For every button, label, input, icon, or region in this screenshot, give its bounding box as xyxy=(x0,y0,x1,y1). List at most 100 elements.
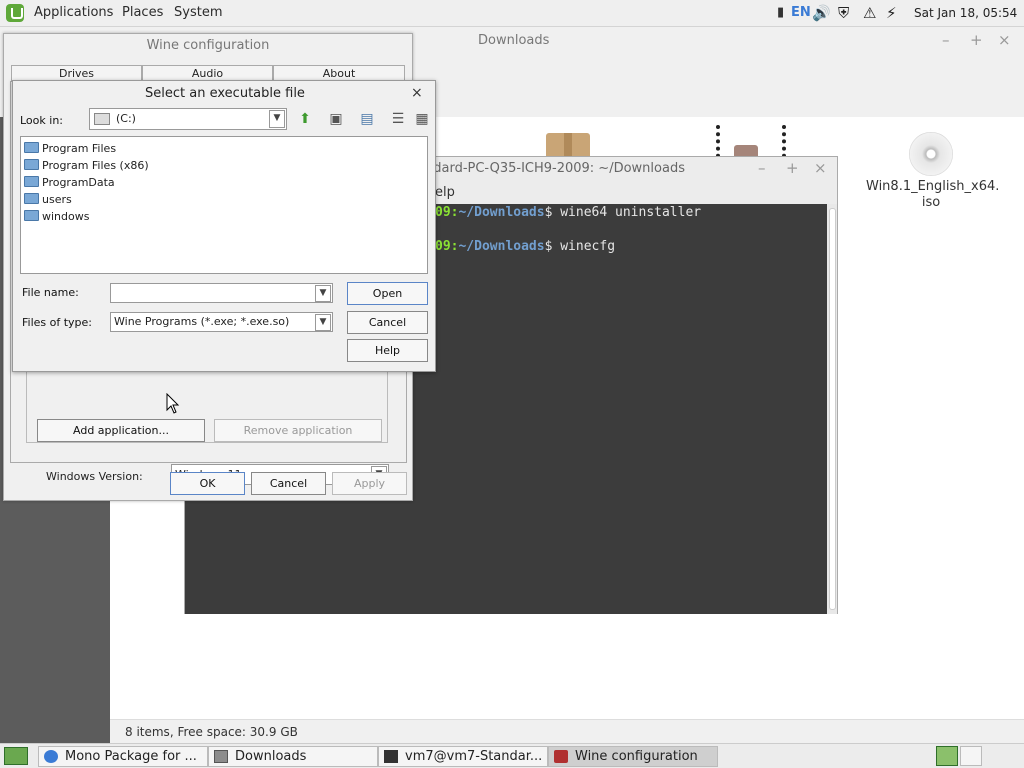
keyboard-layout-indicator[interactable]: EN xyxy=(791,5,811,20)
tab-about[interactable]: About xyxy=(273,65,405,81)
list-item[interactable]: windows xyxy=(24,208,89,225)
open-button[interactable]: Open xyxy=(347,282,428,305)
list-item[interactable]: Program Files xyxy=(24,140,116,157)
chevron-down-icon[interactable]: ▼ xyxy=(315,314,331,331)
command-text: $ winecfg xyxy=(544,239,616,254)
new-folder-icon[interactable]: ▤ xyxy=(356,108,378,130)
list-item[interactable]: Program Files (x86) xyxy=(24,157,149,174)
volume-icon[interactable]: 🔊 xyxy=(812,4,831,22)
maximize-icon[interactable]: + xyxy=(786,159,799,177)
details-view-icon[interactable]: ▦ xyxy=(411,108,433,130)
terminal-line: 09:~/Downloads$ winecfg xyxy=(435,239,616,254)
status-text: 8 items, Free space: 30.9 GB xyxy=(125,725,298,739)
cancel-button[interactable]: Cancel xyxy=(347,311,428,334)
terminal-scrollbar[interactable] xyxy=(827,204,837,614)
drive-icon xyxy=(94,113,110,125)
browser-icon xyxy=(44,750,58,763)
disc-image-icon[interactable] xyxy=(909,132,953,176)
menu-places[interactable]: Places xyxy=(122,5,163,20)
desktop-icon[interactable]: ▣ xyxy=(325,108,347,130)
prompt-path: ~/Downloads xyxy=(458,205,545,220)
apply-button[interactable]: Apply xyxy=(332,472,407,495)
close-icon[interactable]: × xyxy=(814,159,827,177)
menu-applications[interactable]: Applications xyxy=(34,5,113,20)
close-icon[interactable]: × xyxy=(998,31,1011,49)
file-name-value xyxy=(111,286,114,299)
tab-drives[interactable]: Drives xyxy=(11,65,142,81)
item-label: Program Files (x86) xyxy=(42,159,149,172)
folder-icon xyxy=(214,750,228,763)
list-view-icon[interactable]: ☰ xyxy=(387,108,409,130)
taskbar-item-wine-configuration[interactable]: Wine configuration xyxy=(548,746,718,767)
chevron-down-icon[interactable]: ▼ xyxy=(269,110,285,128)
folder-icon xyxy=(24,142,39,153)
task-label: Mono Package for ... xyxy=(65,749,197,764)
look-in-value: (C:) xyxy=(116,112,136,125)
mint-menu-icon[interactable] xyxy=(6,4,24,22)
folder-icon xyxy=(24,176,39,187)
help-button[interactable]: Help xyxy=(347,339,428,362)
task-label: vm7@vm7-Standar... xyxy=(405,749,543,764)
folder-icon xyxy=(24,210,39,221)
look-in-label: Look in: xyxy=(20,114,63,127)
task-label: Wine configuration xyxy=(575,749,698,764)
select-executable-dialog: Select an executable file × Look in: (C:… xyxy=(12,80,436,372)
file-list[interactable]: Program Files Program Files (x86) Progra… xyxy=(20,136,428,274)
shield-icon[interactable]: ⛨ xyxy=(838,4,849,22)
winecfg-title: Wine configuration xyxy=(146,38,270,53)
workspace-2-icon[interactable] xyxy=(960,746,982,766)
files-of-type-select[interactable]: Wine Programs (*.exe; *.exe.so) ▼ xyxy=(110,312,333,332)
folder-icon xyxy=(24,159,39,170)
workspace-1-icon[interactable] xyxy=(936,746,958,766)
list-item[interactable]: users xyxy=(24,191,72,208)
cancel-button[interactable]: Cancel xyxy=(251,472,326,495)
prompt-host: 09 xyxy=(435,205,451,220)
chevron-down-icon[interactable]: ▼ xyxy=(315,285,331,302)
taskbar-item-terminal[interactable]: vm7@vm7-Standar... xyxy=(378,746,548,767)
clock[interactable]: Sat Jan 18, 05:54 xyxy=(914,6,1017,20)
files-of-type-value: Wine Programs (*.exe; *.exe.so) xyxy=(114,315,290,328)
top-panel: Applications Places System ▮ EN 🔊 ⛨ ⚠ ⚡ … xyxy=(0,0,1024,27)
files-statusbar: 8 items, Free space: 30.9 GB xyxy=(110,719,1024,743)
up-folder-icon[interactable]: ⬆ xyxy=(294,108,316,130)
ok-button[interactable]: OK xyxy=(170,472,245,495)
show-desktop-icon[interactable] xyxy=(4,747,28,765)
tab-audio[interactable]: Audio xyxy=(142,65,273,81)
item-label: windows xyxy=(42,210,90,223)
file-name-label: File name: xyxy=(22,286,79,299)
remove-application-button[interactable]: Remove application xyxy=(214,419,382,442)
wine-icon xyxy=(554,750,568,763)
taskbar-item-downloads[interactable]: Downloads xyxy=(208,746,378,767)
dialog-title: Select an executable file xyxy=(145,86,305,101)
terminal-menu-help[interactable]: elp xyxy=(435,185,455,200)
terminal-icon xyxy=(384,750,398,763)
item-label: Program Files xyxy=(42,142,117,155)
add-application-button[interactable]: Add application... xyxy=(37,419,205,442)
prompt-path: ~/Downloads xyxy=(458,239,545,254)
item-label: users xyxy=(42,193,72,206)
windows-version-label: Windows Version: xyxy=(46,470,143,483)
files-of-type-label: Files of type: xyxy=(22,316,93,329)
files-window-title: Downloads xyxy=(478,33,550,48)
list-item[interactable]: ProgramData xyxy=(24,174,115,191)
command-text: $ wine64 uninstaller xyxy=(544,205,702,220)
close-icon[interactable]: × xyxy=(411,85,423,101)
mouse-cursor-icon xyxy=(166,393,180,414)
network-icon[interactable]: ⚡ xyxy=(886,4,897,22)
task-label: Downloads xyxy=(235,749,307,764)
file-name-input[interactable]: ▼ xyxy=(110,283,333,303)
display-icon[interactable]: ▮ xyxy=(777,5,784,20)
update-icon[interactable]: ⚠ xyxy=(863,4,876,22)
maximize-icon[interactable]: + xyxy=(970,31,983,49)
taskbar: Mono Package for ... Downloads vm7@vm7-S… xyxy=(0,743,1024,768)
menu-system[interactable]: System xyxy=(174,5,222,20)
minimize-icon[interactable]: – xyxy=(758,159,766,177)
prompt-host: 09 xyxy=(435,239,451,254)
iso-file-label[interactable]: Win8.1_English_x64. iso xyxy=(866,179,999,211)
taskbar-item-mono[interactable]: Mono Package for ... xyxy=(38,746,208,767)
minimize-icon[interactable]: – xyxy=(942,31,950,49)
terminal-line: 09:~/Downloads$ wine64 uninstaller xyxy=(435,205,702,220)
look-in-select[interactable]: (C:) ▼ xyxy=(89,108,287,130)
item-label: ProgramData xyxy=(42,176,115,189)
terminal-title: ndard-PC-Q35-ICH9-2009: ~/Downloads xyxy=(425,161,685,176)
